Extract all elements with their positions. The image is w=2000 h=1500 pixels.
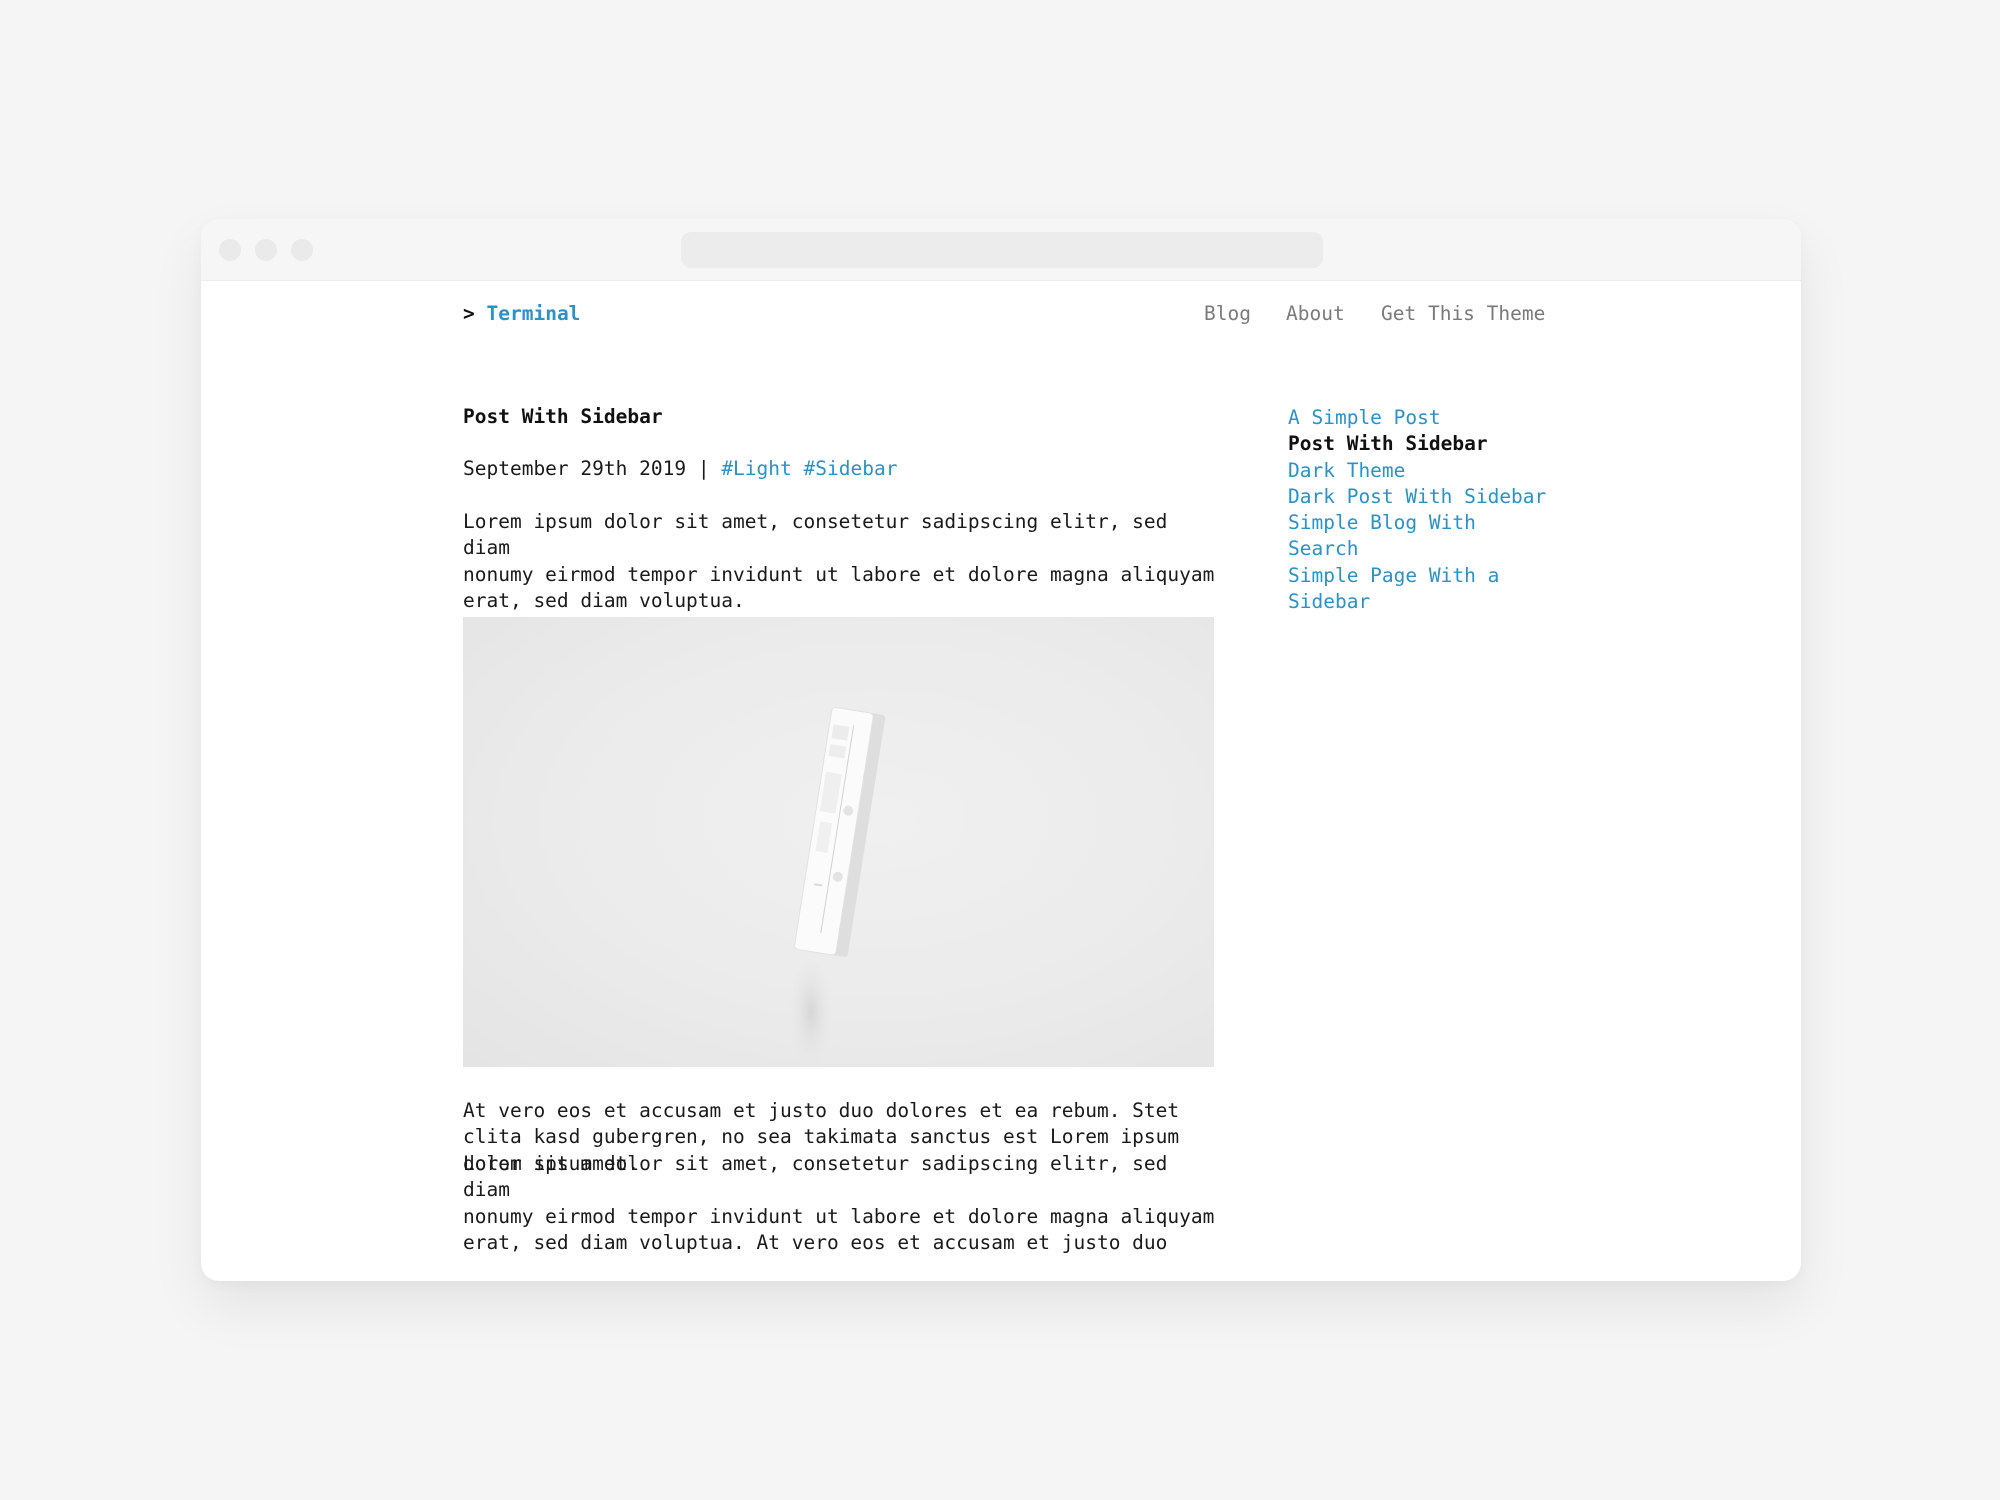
- meta-separator: |: [697, 457, 710, 480]
- tag-link-sidebar[interactable]: #Sidebar: [804, 457, 898, 480]
- sidebar-item[interactable]: Dark Post With Sidebar: [1288, 484, 1568, 510]
- sidebar-item[interactable]: Dark Theme: [1288, 458, 1568, 484]
- window-close-button[interactable]: [219, 239, 241, 261]
- nav-theme-link[interactable]: Get This Theme: [1381, 302, 1545, 325]
- sidebar-item[interactable]: A Simple Post: [1288, 405, 1568, 431]
- post-paragraph: Lorem ipsum dolor sit amet, consetetur s…: [463, 1152, 1215, 1254]
- browser-titlebar: [201, 219, 1801, 281]
- post-title: Post With Sidebar: [463, 405, 663, 428]
- post-paragraph: Lorem ipsum dolor sit amet, consetetur s…: [463, 510, 1215, 612]
- sidebar-item[interactable]: Simple Blog With Search: [1288, 510, 1568, 563]
- nav-item-get-this-theme[interactable]: Get This Theme: [1381, 302, 1545, 325]
- logo-prompt: >: [463, 302, 475, 325]
- sidebar-link[interactable]: Dark Post With Sidebar: [1288, 485, 1546, 508]
- sidebar-post-list: A Simple Post Post With Sidebar Dark Theme…: [1288, 405, 1568, 615]
- site-logo[interactable]: > Terminal: [463, 302, 580, 325]
- nav-item-blog[interactable]: Blog: [1204, 302, 1251, 325]
- nav-item-about[interactable]: About: [1286, 302, 1345, 325]
- logo-name: Terminal: [486, 302, 581, 325]
- sidebar-item[interactable]: Simple Page With a Sidebar: [1288, 563, 1568, 616]
- tag-link-light[interactable]: #Light: [721, 457, 791, 480]
- sidebar-link[interactable]: Simple Page With a Sidebar: [1288, 564, 1499, 613]
- nav-about-link[interactable]: About: [1286, 302, 1345, 325]
- address-bar[interactable]: [681, 232, 1323, 268]
- sidebar-link[interactable]: Dark Theme: [1288, 459, 1405, 482]
- page-content: > Terminal Blog About Get This Theme Pos…: [201, 280, 1801, 1281]
- post-image: [463, 617, 1214, 1067]
- sidebar-current-post: Post With Sidebar: [1288, 432, 1488, 456]
- post-meta: September 29th 2019 | #Light #Sidebar: [463, 457, 897, 480]
- sidebar-link[interactable]: Simple Blog With Search: [1288, 511, 1476, 560]
- browser-window: > Terminal Blog About Get This Theme Pos…: [201, 219, 1801, 1281]
- sidebar-link[interactable]: A Simple Post: [1288, 406, 1441, 429]
- cassette-image: [789, 706, 886, 1067]
- window-maximize-button[interactable]: [291, 239, 313, 261]
- sidebar-item[interactable]: Post With Sidebar: [1288, 431, 1568, 457]
- nav-blog-link[interactable]: Blog: [1204, 302, 1251, 325]
- post-date: September 29th 2019: [463, 457, 687, 480]
- window-minimize-button[interactable]: [255, 239, 277, 261]
